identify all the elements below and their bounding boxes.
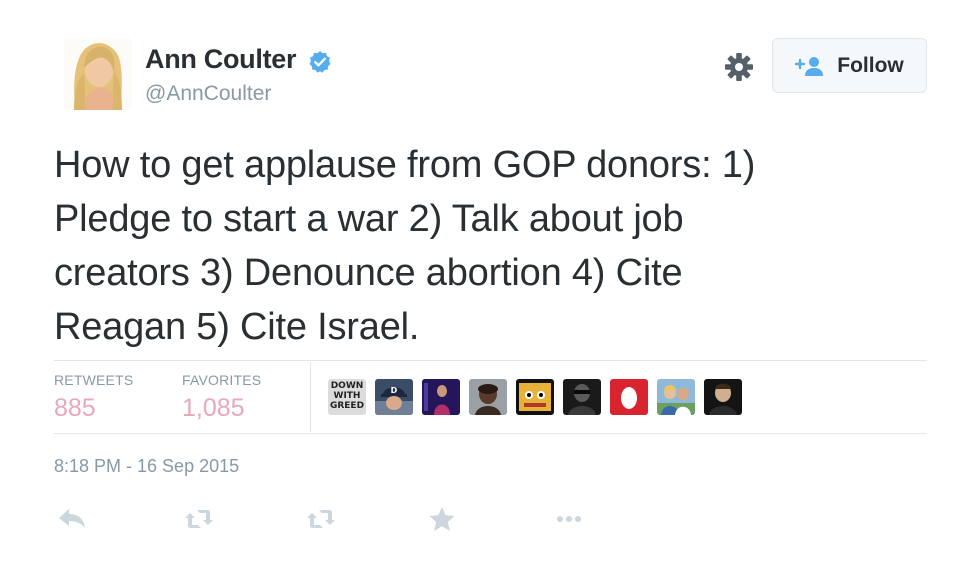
verified-badge-icon	[309, 51, 331, 73]
retweets-stat[interactable]: RETWEETS 885	[54, 372, 133, 423]
follow-button[interactable]: Follow	[772, 38, 927, 93]
favorites-count: 1,085	[182, 394, 245, 422]
favoriter-avatar-cartoon[interactable]	[516, 379, 554, 415]
favoriter-avatar-text-label: DOWN WITH GREED	[329, 381, 365, 411]
reply-icon[interactable]	[56, 505, 88, 533]
tweet-text-line: How to get applause from GOP donors: 1)	[54, 144, 756, 186]
gear-icon[interactable]	[722, 50, 756, 84]
follow-button-label: Follow	[837, 53, 904, 77]
retweets-count: 885	[54, 394, 96, 422]
favoriter-avatar-man[interactable]	[704, 379, 742, 415]
favorite-star-icon[interactable]	[426, 505, 458, 533]
favorites-label: FAVORITES	[182, 372, 262, 388]
favoriter-avatars: DOWN WITH GREED D	[328, 379, 742, 415]
favoriter-avatar-stage[interactable]	[422, 379, 460, 415]
tweet-card: Ann Coulter @AnnCoulter Follow How to ge…	[0, 0, 980, 562]
svg-text:D: D	[391, 386, 398, 395]
favorites-stat[interactable]: FAVORITES 1,085	[182, 372, 261, 423]
tweet-timestamp[interactable]: 8:18 PM - 16 Sep 2015	[54, 456, 239, 477]
retweet-icon[interactable]	[305, 505, 337, 533]
favoriter-avatar-text[interactable]: DOWN WITH GREED	[328, 379, 366, 415]
tweet-text: How to get applause from GOP donors: 1) …	[54, 138, 934, 354]
stats-separator	[310, 362, 311, 432]
favoriter-avatar-portrait[interactable]	[469, 379, 507, 415]
stats-bottom-divider	[54, 433, 927, 434]
favoriter-avatar-cap[interactable]: D	[375, 379, 413, 415]
tweet-text-line: Pledge to start a war 2) Talk about job	[54, 198, 684, 240]
add-user-icon	[795, 56, 824, 76]
user-avatar[interactable]	[64, 38, 132, 110]
user-display-name[interactable]: Ann Coulter	[145, 44, 296, 75]
more-dots-icon[interactable]	[553, 505, 585, 533]
favoriter-avatar-dark[interactable]	[563, 379, 601, 415]
tweet-text-line: creators 3) Denounce abortion 4) Cite	[54, 252, 683, 294]
tweet-text-line: Reagan 5) Cite Israel.	[54, 306, 420, 348]
retweet-icon[interactable]	[183, 505, 215, 533]
stats-top-divider	[54, 360, 927, 361]
user-handle[interactable]: @AnnCoulter	[145, 82, 271, 106]
favoriter-avatar-couple[interactable]	[657, 379, 695, 415]
retweets-label: RETWEETS	[54, 372, 134, 388]
favoriter-avatar-egg[interactable]	[610, 379, 648, 415]
